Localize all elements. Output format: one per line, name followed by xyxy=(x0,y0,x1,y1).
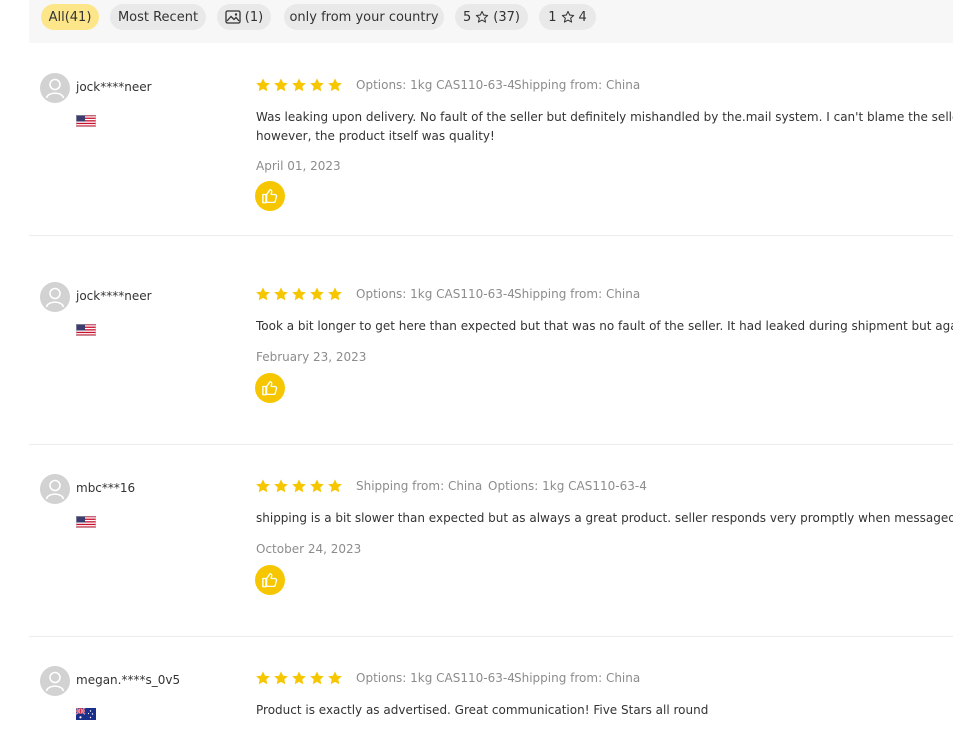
filter-most-recent-label: Most Recent xyxy=(117,9,199,25)
avatar xyxy=(40,73,70,103)
star-filled-icon xyxy=(328,287,342,301)
review-item: jock****neer Options: 1kg CAS110-63-4 Sh… xyxy=(29,43,953,236)
star-filled-icon xyxy=(310,287,324,301)
review-shipping: Shipping from: China xyxy=(514,287,641,301)
filter-1-star[interactable]: 1 4 xyxy=(539,4,596,30)
star-filled-icon xyxy=(256,78,270,92)
filter-all[interactable]: All(41) xyxy=(41,4,99,30)
image-icon xyxy=(225,10,241,24)
avatar xyxy=(40,282,70,312)
filter-5-star-count: (37) xyxy=(493,9,520,25)
us-flag-icon xyxy=(76,321,96,336)
star-filled-icon xyxy=(328,671,342,685)
filter-5-star[interactable]: 5 (37) xyxy=(455,4,528,30)
filter-with-images[interactable]: (1) xyxy=(217,4,271,30)
us-flag-icon xyxy=(76,513,96,528)
reviewer-name: jock****neer xyxy=(76,80,152,94)
review-shipping: Shipping from: China xyxy=(514,78,641,92)
star-filled-icon xyxy=(328,479,342,493)
review-item: mbc***16 Shipping from: China Options: 1… xyxy=(29,444,953,637)
review-options: Options: 1kg CAS110-63-4 xyxy=(356,671,515,685)
thumbs-up-icon xyxy=(262,573,278,588)
review-text-line: however, the product itself was quality! xyxy=(256,129,495,143)
star-filled-icon xyxy=(274,479,288,493)
star-rating xyxy=(255,478,343,494)
review-options: Options: 1kg CAS110-63-4 xyxy=(488,479,647,493)
star-filled-icon xyxy=(256,479,270,493)
helpful-button[interactable] xyxy=(255,373,285,403)
review-text: Product is exactly as advertised. Great … xyxy=(256,701,953,720)
filter-5-star-label: 5 xyxy=(463,9,472,25)
filter-your-country-label: only from your country xyxy=(289,9,439,25)
filter-your-country[interactable]: only from your country xyxy=(284,4,444,30)
star-filled-icon xyxy=(310,479,324,493)
star-filled-icon xyxy=(310,78,324,92)
star-filled-icon xyxy=(310,671,324,685)
star-filled-icon xyxy=(256,671,270,685)
filter-1-star-label: 1 xyxy=(548,9,557,25)
star-filled-icon xyxy=(292,78,306,92)
star-filled-icon xyxy=(274,671,288,685)
review-date: February 23, 2023 xyxy=(256,350,367,364)
us-flag-icon xyxy=(76,112,96,127)
filter-all-label: All(41) xyxy=(48,9,92,25)
review-date: April 01, 2023 xyxy=(256,159,341,173)
star-rating xyxy=(255,670,343,686)
review-shipping: Shipping from: China xyxy=(356,479,483,493)
review-filter-bar: All(41) Most Recent (1) only from your c… xyxy=(29,0,953,43)
review-options: Options: 1kg CAS110-63-4 xyxy=(356,78,515,92)
review-text-line: Took a bit longer to get here than expec… xyxy=(256,319,953,333)
star-filled-icon xyxy=(328,78,342,92)
avatar xyxy=(40,474,70,504)
star-rating xyxy=(255,286,343,302)
review-shipping: Shipping from: China xyxy=(514,671,641,685)
thumbs-up-icon xyxy=(262,381,278,396)
star-filled-icon xyxy=(292,479,306,493)
star-outline-icon xyxy=(561,10,575,24)
star-filled-icon xyxy=(292,671,306,685)
au-flag-icon xyxy=(75,705,96,720)
reviewer-name: mbc***16 xyxy=(76,481,136,495)
avatar xyxy=(40,666,70,696)
reviewer-name: jock****neer xyxy=(76,289,152,303)
filter-with-images-label: (1) xyxy=(244,9,264,25)
star-outline-icon xyxy=(475,10,489,24)
review-date: October 24, 2023 xyxy=(256,542,362,556)
review-item: megan.****s_0v5 Options: 1kg CAS110-63-4… xyxy=(29,636,953,730)
star-filled-icon xyxy=(292,287,306,301)
reviewer-name: megan.****s_0v5 xyxy=(76,673,181,687)
review-options: Options: 1kg CAS110-63-4 xyxy=(356,287,515,301)
review-text: Was leaking upon delivery. No fault of t… xyxy=(256,108,953,146)
review-text-line: Was leaking upon delivery. No fault of t… xyxy=(256,110,953,124)
review-text-line: shipping is a bit slower than expected b… xyxy=(256,511,953,525)
review-item: jock****neer Options: 1kg CAS110-63-4 Sh… xyxy=(29,252,953,445)
filter-1-star-count: 4 xyxy=(578,9,587,25)
review-text-line: Product is exactly as advertised. Great … xyxy=(256,703,709,717)
filter-most-recent[interactable]: Most Recent xyxy=(110,4,206,30)
helpful-button[interactable] xyxy=(255,565,285,595)
review-text: Took a bit longer to get here than expec… xyxy=(256,317,953,336)
star-filled-icon xyxy=(274,78,288,92)
star-filled-icon xyxy=(256,287,270,301)
helpful-button[interactable] xyxy=(255,181,285,211)
star-filled-icon xyxy=(274,287,288,301)
review-text: shipping is a bit slower than expected b… xyxy=(256,509,953,528)
star-rating xyxy=(255,77,343,93)
thumbs-up-icon xyxy=(262,189,278,204)
